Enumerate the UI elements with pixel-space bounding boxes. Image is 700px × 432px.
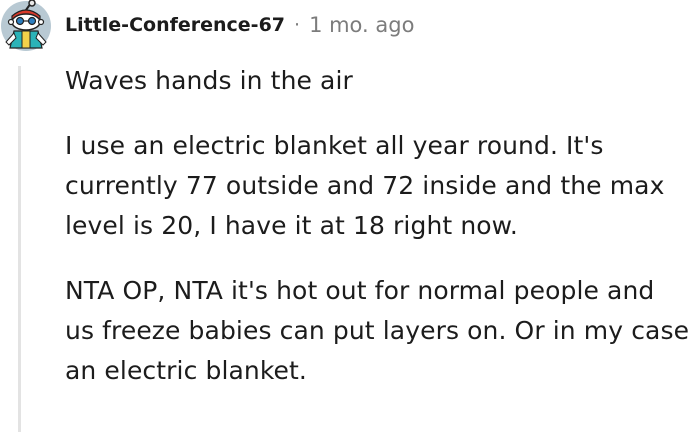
meta-separator: · [294,14,301,36]
comment-paragraph: I use an electric blanket all year round… [65,131,665,240]
comment-paragraph: Waves hands in the air [65,66,353,95]
snoo-avatar-icon [1,0,51,51]
comment: Little-Conference-67 · 1 mo. ago Waves h… [0,0,700,432]
comment-paragraph: NTA OP, NTA it's hot out for normal peop… [65,276,690,385]
comment-body: Waves hands in the air I use an electric… [65,61,690,391]
comment-header: Little-Conference-67 · 1 mo. ago [65,11,414,39]
username-link[interactable]: Little-Conference-67 [65,14,285,36]
thread-collapse-line[interactable] [18,66,21,432]
user-avatar[interactable] [0,0,52,52]
comment-timestamp[interactable]: 1 mo. ago [309,13,414,37]
